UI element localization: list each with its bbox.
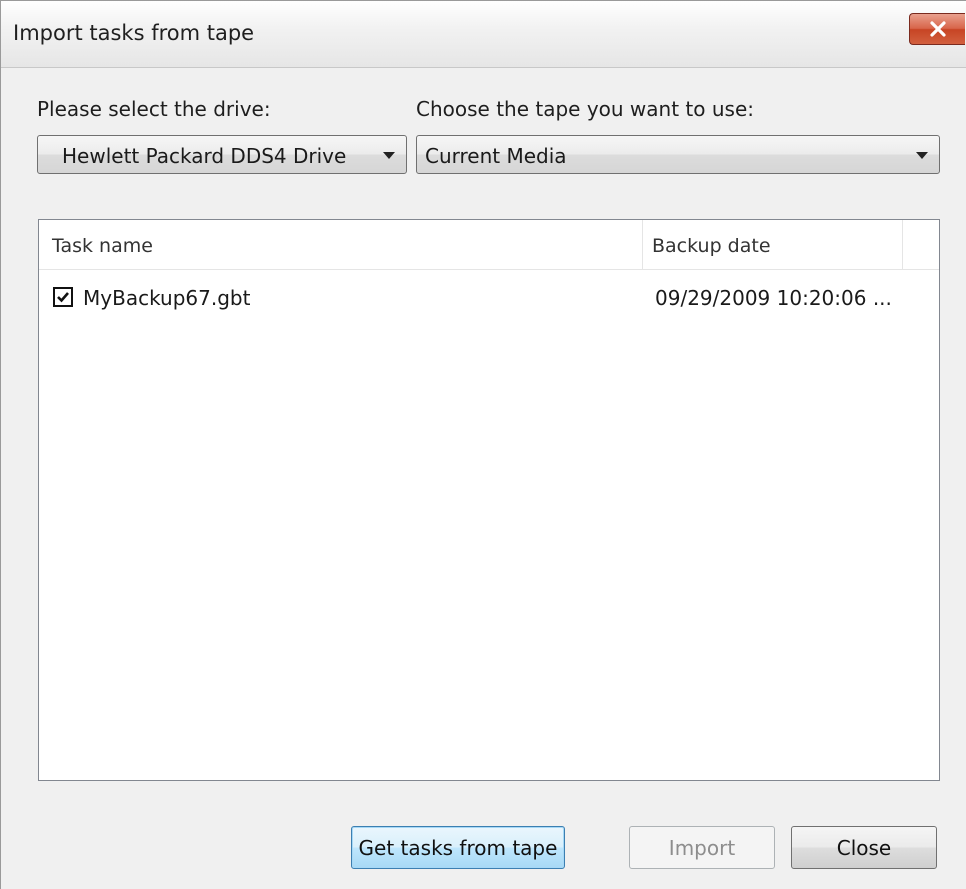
- import-button[interactable]: Import: [629, 826, 775, 869]
- task-name-cell: MyBackup67.gbt: [83, 286, 251, 310]
- backup-date-cell: 09/29/2009 10:20:06 ...: [655, 286, 892, 310]
- tape-select[interactable]: Current Media: [416, 135, 940, 174]
- column-header-backup-date[interactable]: Backup date: [643, 220, 903, 269]
- import-dialog: Import tasks from tape Please select the…: [0, 0, 966, 889]
- task-list[interactable]: Task name Backup date MyBackup67.gbt 09/…: [38, 219, 940, 781]
- tape-select-value: Current Media: [425, 144, 567, 168]
- window-close-button[interactable]: [909, 13, 965, 45]
- column-header-task-name[interactable]: Task name: [39, 220, 643, 269]
- chevron-down-icon: [383, 152, 395, 159]
- chevron-down-icon: [916, 152, 928, 159]
- checkmark-icon: [57, 292, 69, 303]
- task-checkbox[interactable]: [53, 287, 73, 307]
- column-header-task-name-label: Task name: [52, 235, 153, 257]
- window-title: Import tasks from tape: [13, 21, 255, 45]
- close-icon: [929, 21, 946, 37]
- title-bar: Import tasks from tape: [1, 1, 966, 68]
- get-tasks-button[interactable]: Get tasks from tape: [351, 826, 565, 869]
- task-list-header: Task name Backup date: [39, 220, 939, 270]
- column-header-backup-date-label: Backup date: [652, 235, 771, 257]
- close-button[interactable]: Close: [791, 826, 937, 869]
- drive-select-value: Hewlett Packard DDS4 Drive: [62, 144, 347, 168]
- drive-label: Please select the drive:: [37, 97, 271, 121]
- drive-select[interactable]: Hewlett Packard DDS4 Drive: [37, 135, 407, 174]
- tape-label: Choose the tape you want to use:: [416, 97, 754, 121]
- table-row[interactable]: MyBackup67.gbt 09/29/2009 10:20:06 ...: [39, 282, 939, 316]
